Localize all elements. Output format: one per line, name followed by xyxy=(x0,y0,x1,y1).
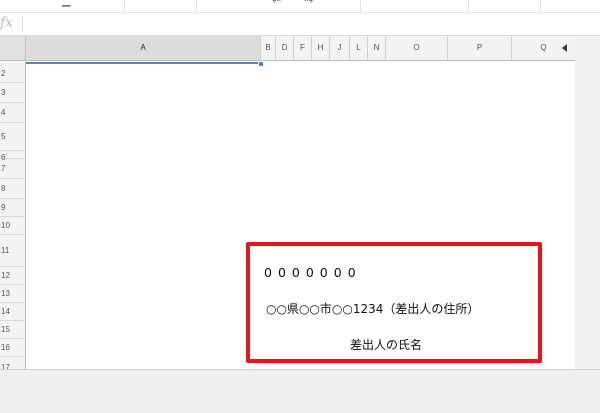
formula-bar: fx xyxy=(0,13,600,36)
function-icon: fx xyxy=(0,15,14,31)
column-header-l[interactable]: L xyxy=(350,36,368,60)
toolbar-divider xyxy=(540,0,541,12)
row-header-6[interactable]: 6 xyxy=(0,151,25,162)
row-header-9[interactable]: 9 xyxy=(0,199,25,217)
toolbar-divider xyxy=(360,0,361,12)
row-header-15[interactable]: 15 xyxy=(0,321,25,339)
row-header-17[interactable]: 17 xyxy=(0,357,25,369)
row-header-2[interactable]: 2 xyxy=(0,61,25,83)
toolbar-glyph: ▁ xyxy=(62,0,71,7)
row-header-13[interactable]: 13 xyxy=(0,285,25,303)
row-header-16[interactable]: 16 xyxy=(0,339,25,357)
row-header-3[interactable]: 3 xyxy=(0,83,25,103)
row-header-7[interactable]: 7 xyxy=(0,159,25,179)
column-header-f[interactable]: F xyxy=(294,36,312,60)
row-header-4[interactable]: 4 xyxy=(0,103,25,123)
cell-area[interactable]: 0000000 ○○県○○市○○1234（差出人の住所） 差出人の氏名 xyxy=(26,61,575,369)
select-all-corner[interactable] xyxy=(0,36,26,60)
fill-handle[interactable] xyxy=(258,61,264,67)
triangle-left-icon[interactable] xyxy=(562,44,567,52)
postal-code: 0000000 xyxy=(264,265,362,280)
sender-name: 差出人の氏名 xyxy=(350,338,423,352)
column-header-b[interactable]: B xyxy=(261,36,276,60)
column-header-row: A B D F H J L N O P Q xyxy=(0,36,575,61)
column-header-j[interactable]: J xyxy=(330,36,350,60)
column-header-n[interactable]: N xyxy=(368,36,386,60)
row-header-5[interactable]: 5 xyxy=(0,123,25,151)
sender-address: ○○県○○市○○1234（差出人の住所） xyxy=(266,302,480,316)
toolbar: ▁ ⇠ ⇢ xyxy=(0,0,600,13)
row-header-11[interactable]: 11 xyxy=(0,235,25,267)
row-header-12[interactable]: 12 xyxy=(0,267,25,285)
toolbar-divider xyxy=(124,0,125,12)
column-header-d[interactable]: D xyxy=(276,36,294,60)
column-header-a[interactable]: A xyxy=(26,36,261,60)
row-header-8[interactable]: 8 xyxy=(0,179,25,199)
toolbar-divider xyxy=(196,0,197,12)
row-headers: 2 3 4 5 6 7 8 9 10 11 12 13 14 15 16 17 xyxy=(0,61,26,369)
sheet-grid: 2 3 4 5 6 7 8 9 10 11 12 13 14 15 16 17 … xyxy=(0,61,575,369)
formula-divider xyxy=(22,16,23,32)
column-header-p[interactable]: P xyxy=(448,36,512,60)
toolbar-divider xyxy=(468,0,469,12)
arrow-left-icon[interactable]: ⇠ xyxy=(272,0,281,7)
sheet-bottom-area xyxy=(0,369,600,413)
row-header-10[interactable]: 10 xyxy=(0,217,25,235)
column-header-h[interactable]: H xyxy=(312,36,330,60)
arrow-right-icon[interactable]: ⇢ xyxy=(304,0,313,7)
selection-outline xyxy=(26,62,261,64)
column-header-o[interactable]: O xyxy=(386,36,448,60)
address-highlight-box: 0000000 ○○県○○市○○1234（差出人の住所） 差出人の氏名 xyxy=(246,242,542,363)
row-header-14[interactable]: 14 xyxy=(0,303,25,321)
formula-input[interactable] xyxy=(26,13,596,35)
